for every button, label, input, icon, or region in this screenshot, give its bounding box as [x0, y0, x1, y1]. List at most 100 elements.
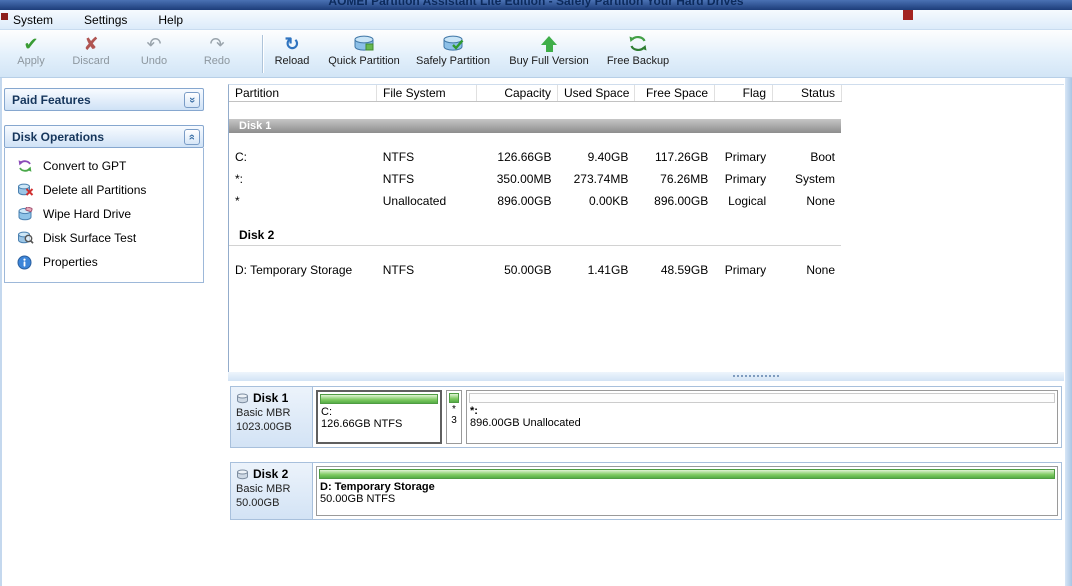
partition-info: 3: [447, 415, 461, 426]
window-title: AOMEI Partition Assistant Lite Edition -…: [0, 0, 1072, 10]
discard-x-icon: ✘: [83, 35, 98, 53]
safely-partition-label: Safely Partition: [416, 55, 490, 67]
sidebar-item-label: Delete all Partitions: [43, 183, 146, 197]
table-cell: 117.26GB: [634, 150, 714, 164]
disk1-name: Disk 1: [253, 391, 288, 405]
sidebar-item-label: Properties: [43, 255, 98, 269]
table-cell: *: [229, 194, 377, 208]
red-marker-icon: [1, 13, 8, 20]
reload-icon: ↻: [284, 35, 299, 53]
disk-operations-header[interactable]: Disk Operations »: [4, 125, 204, 148]
disk1-size: 1023.00GB: [236, 421, 307, 433]
column-header-used-space[interactable]: Used Space: [558, 85, 635, 101]
partition-block-d[interactable]: D: Temporary Storage 50.00GB NTFS: [316, 466, 1058, 516]
paid-features-header[interactable]: Paid Features »: [4, 88, 204, 111]
sidebar-item-label: Wipe Hard Drive: [43, 207, 131, 221]
safely-partition-disk-icon: [442, 35, 464, 52]
table-cell: None: [772, 194, 841, 208]
paid-features-title: Paid Features: [12, 93, 91, 107]
table-cell: 896.00GB: [634, 194, 714, 208]
disk-operations-title: Disk Operations: [12, 130, 104, 144]
table-cell: 50.00GB: [477, 263, 558, 277]
column-header-free-space[interactable]: Free Space: [635, 85, 715, 101]
partition-label: *:: [467, 404, 1057, 417]
sidebar-item-delete-all-partitions[interactable]: Delete all Partitions: [5, 178, 203, 202]
column-header-partition[interactable]: Partition: [229, 85, 377, 101]
column-header-status[interactable]: Status: [773, 85, 842, 101]
apply-label: Apply: [17, 55, 45, 67]
partition-block-system[interactable]: * 3: [446, 390, 462, 444]
reload-button[interactable]: ↻ Reload: [268, 33, 316, 75]
wipe-drive-icon: [17, 207, 35, 222]
sidebar-item-properties[interactable]: Properties: [5, 250, 203, 274]
partition-block-unallocated[interactable]: *: 896.00GB Unallocated: [466, 390, 1058, 444]
table-cell: 9.40GB: [557, 150, 634, 164]
table-cell: None: [772, 263, 841, 277]
sidebar-item-wipe-hard-drive[interactable]: Wipe Hard Drive: [5, 202, 203, 226]
table-cell: D: Temporary Storage: [229, 263, 377, 277]
toolbar: ✔ Apply ✘ Discard ↶ Undo ↷ Redo ↻ Reload…: [0, 30, 1072, 78]
disk-icon: [236, 469, 249, 480]
table-row[interactable]: D: Temporary Storage NTFS 50.00GB 1.41GB…: [229, 259, 841, 281]
sidebar-item-convert-to-gpt[interactable]: Convert to GPT: [5, 154, 203, 178]
undo-button[interactable]: ↶ Undo: [128, 33, 180, 75]
table-row[interactable]: *: NTFS 350.00MB 273.74MB 76.26MB Primar…: [229, 168, 841, 190]
partition-info: 896.00GB Unallocated: [467, 417, 1057, 429]
menu-help[interactable]: Help: [149, 11, 192, 29]
disk1-info-box[interactable]: Disk 1 Basic MBR 1023.00GB: [231, 387, 313, 447]
disk2-group-label[interactable]: Disk 2: [229, 227, 841, 246]
redo-button[interactable]: ↷ Redo: [192, 33, 242, 75]
table-row[interactable]: * Unallocated 896.00GB 0.00KB 896.00GB L…: [229, 190, 841, 212]
safely-partition-button[interactable]: Safely Partition: [410, 33, 496, 75]
redo-arrow-icon: ↷: [209, 35, 224, 53]
delete-partitions-icon: [17, 183, 35, 198]
expand-panel-button[interactable]: »: [184, 92, 200, 108]
column-header-capacity[interactable]: Capacity: [477, 85, 558, 101]
column-header-file-system[interactable]: File System: [377, 85, 477, 101]
buy-full-version-button[interactable]: Buy Full Version: [504, 33, 594, 75]
menu-system[interactable]: System: [4, 11, 62, 29]
partition-info: 50.00GB NTFS: [317, 493, 1057, 505]
table-cell: 76.26MB: [634, 172, 714, 186]
sidebar-item-label: Convert to GPT: [43, 159, 126, 173]
menu-settings[interactable]: Settings: [75, 11, 136, 29]
discard-button[interactable]: ✘ Discard: [62, 33, 120, 75]
quick-partition-label: Quick Partition: [328, 55, 400, 67]
free-backup-button[interactable]: Free Backup: [602, 33, 674, 75]
usage-bar: [320, 394, 438, 404]
disk-map-panel: Disk 1 Basic MBR 1023.00GB C: 126.66GB N…: [228, 381, 1064, 586]
sidebar-item-label: Disk Surface Test: [43, 231, 136, 245]
table-cell: Primary: [714, 172, 772, 186]
disk1-partitions: C: 126.66GB NTFS * 3 *: 896.00GB Unalloc…: [313, 387, 1061, 447]
table-cell: *:: [229, 172, 377, 186]
table-row[interactable]: C: NTFS 126.66GB 9.40GB 117.26GB Primary…: [229, 146, 841, 168]
discard-label: Discard: [72, 55, 109, 67]
disk2-partitions: D: Temporary Storage 50.00GB NTFS: [313, 463, 1061, 519]
table-cell: 350.00MB: [477, 172, 558, 186]
collapse-panel-button[interactable]: »: [184, 129, 200, 145]
splitter-handle-icon: [733, 375, 779, 377]
title-bar: AOMEI Partition Assistant Lite Edition -…: [0, 0, 1072, 10]
disk1-group-bar[interactable]: Disk 1: [229, 119, 841, 133]
apply-button[interactable]: ✔ Apply: [6, 33, 56, 75]
partition-block-c[interactable]: C: 126.66GB NTFS: [316, 390, 442, 444]
sidebar-item-disk-surface-test[interactable]: Disk Surface Test: [5, 226, 203, 250]
column-header-flag[interactable]: Flag: [715, 85, 773, 101]
free-backup-sync-icon: [628, 35, 648, 52]
quick-partition-button[interactable]: Quick Partition: [322, 33, 406, 75]
panel-splitter[interactable]: [228, 372, 1064, 381]
table-cell: 896.00GB: [477, 194, 558, 208]
chevron-double-up-icon: »: [186, 133, 198, 139]
disk-operations-panel: Disk Operations » Convert to GPT: [4, 125, 204, 283]
table-cell: 1.41GB: [557, 263, 634, 277]
undo-arrow-icon: ↶: [146, 35, 161, 53]
table-cell: Primary: [714, 263, 772, 277]
disk2-info-box[interactable]: Disk 2 Basic MBR 50.00GB: [231, 463, 313, 519]
table-cell: NTFS: [377, 150, 477, 164]
convert-gpt-icon: [17, 159, 35, 174]
disk-operations-body: Convert to GPT Delete all Partitions: [4, 148, 204, 283]
usage-bar: [469, 393, 1055, 403]
partition-label: C:: [318, 405, 440, 418]
table-cell: 273.74MB: [557, 172, 634, 186]
sidebar: Paid Features » Disk Operations »: [2, 78, 228, 586]
